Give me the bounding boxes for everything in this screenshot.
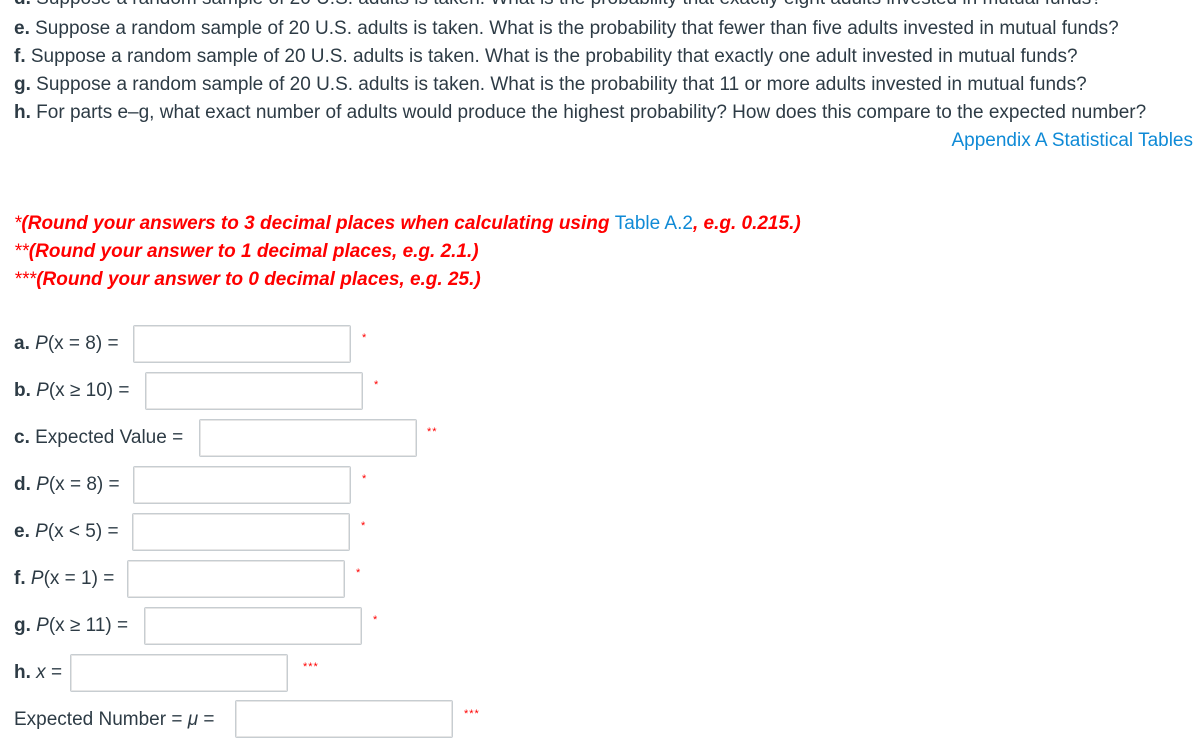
rounding-note-0-decimals: ***(Round your answer to 0 decimal place… — [14, 267, 481, 293]
appendix-tables-link[interactable]: Appendix A Statistical Tables — [951, 127, 1193, 155]
question-text: For parts e–g, what exact number of adul… — [30, 102, 1147, 123]
required-marker: * — [361, 520, 367, 532]
question-f: f. Suppose a random sample of 20 U.S. ad… — [14, 43, 1078, 71]
question-h: h. For parts e–g, what exact number of a… — [14, 99, 1146, 127]
question-d: d. Suppose a random sample of 20 U.S. ad… — [14, 0, 1102, 13]
table-a2-link[interactable]: Table A.2 — [615, 213, 693, 234]
required-marker: ** — [427, 426, 438, 438]
answer-letter: d. — [14, 474, 31, 495]
answer-b-label: b. P(x ≥ 10) = — [14, 378, 130, 404]
required-marker: * — [356, 567, 362, 579]
answer-expression: (x < 5) = — [47, 521, 119, 542]
note-text: (Round your answers to 3 decimal places … — [21, 213, 615, 234]
question-letter: h. — [14, 102, 31, 123]
answer-b-input[interactable] — [145, 372, 363, 410]
question-text: Suppose a random sample of 20 U.S. adult… — [29, 18, 1119, 39]
answer-letter: h. — [14, 662, 31, 683]
note-text: (Round your answer to 1 decimal places, … — [28, 241, 479, 262]
note-stars: *** — [14, 269, 37, 290]
answer-c-input[interactable] — [199, 419, 417, 457]
answer-expression: = — [45, 662, 63, 683]
rounding-note-1-decimal: **(Round your answer to 1 decimal places… — [14, 239, 479, 265]
answer-a-label: a. P(x = 8) = — [14, 331, 119, 357]
answer-a-input[interactable] — [133, 325, 351, 363]
function-name: P — [35, 333, 48, 354]
function-name: P — [36, 474, 49, 495]
answer-e-label: e. P(x < 5) = — [14, 519, 119, 545]
answer-g-input[interactable] — [144, 607, 362, 645]
answer-c-label: c. Expected Value = — [14, 425, 183, 451]
rounding-note-3-decimals: *(Round your answers to 3 decimal places… — [14, 211, 801, 237]
answer-expression: = — [198, 709, 215, 730]
answer-d-label: d. P(x = 8) = — [14, 472, 120, 498]
variable-name: μ — [187, 709, 199, 730]
answer-expression: (x ≥ 10) = — [48, 380, 130, 401]
answer-e-input[interactable] — [132, 513, 350, 551]
question-g: g. Suppose a random sample of 20 U.S. ad… — [14, 71, 1087, 99]
answer-f-input[interactable] — [127, 560, 345, 598]
answer-letter: a. — [14, 333, 30, 354]
answer-expression: (x = 1) = — [43, 568, 115, 589]
answer-h-label: h. x = — [14, 660, 62, 686]
required-marker: * — [374, 379, 380, 391]
note-text: , e.g. 0.215.) — [692, 213, 801, 234]
question-letter: g. — [14, 74, 31, 95]
note-stars: ** — [14, 241, 29, 262]
answer-expression: Expected Value = — [29, 427, 184, 448]
answer-letter: f. — [14, 568, 26, 589]
required-marker: * — [362, 332, 368, 344]
answer-expression: Expected Number = — [14, 709, 188, 730]
question-letter: f. — [14, 46, 26, 67]
answer-expression: (x = 8) = — [48, 474, 120, 495]
answer-d-input[interactable] — [133, 466, 351, 504]
expected-number-input[interactable] — [235, 700, 453, 738]
function-name: P — [36, 380, 49, 401]
question-text: Suppose a random sample of 20 U.S. adult… — [30, 74, 1087, 95]
answer-h-input[interactable] — [70, 654, 288, 692]
answer-letter: e. — [14, 521, 30, 542]
required-marker: * — [373, 614, 379, 626]
function-name: P — [35, 521, 48, 542]
answer-letter: b. — [14, 380, 31, 401]
required-marker: *** — [303, 661, 319, 673]
question-text: Suppose a random sample of 20 U.S. adult… — [25, 46, 1078, 67]
note-text: (Round your answer to 0 decimal places, … — [36, 269, 481, 290]
required-marker: * — [362, 473, 368, 485]
answer-g-label: g. P(x ≥ 11) = — [14, 613, 128, 639]
expected-number-label: Expected Number = μ = — [14, 707, 215, 733]
required-marker: *** — [464, 708, 480, 720]
function-name: P — [36, 615, 49, 636]
function-name: P — [30, 568, 44, 589]
answer-letter: c. — [14, 427, 30, 448]
question-letter: d. — [14, 0, 31, 9]
question-e: e. Suppose a random sample of 20 U.S. ad… — [14, 15, 1119, 43]
question-letter: e. — [14, 18, 30, 39]
answer-expression: (x ≥ 11) = — [48, 615, 129, 636]
variable-name: x — [36, 662, 46, 683]
answer-f-label: f. P(x = 1) = — [14, 566, 114, 592]
question-text: Suppose a random sample of 20 U.S. adult… — [31, 0, 1102, 9]
answer-letter: g. — [14, 615, 31, 636]
answer-expression: (x = 8) = — [47, 333, 119, 354]
